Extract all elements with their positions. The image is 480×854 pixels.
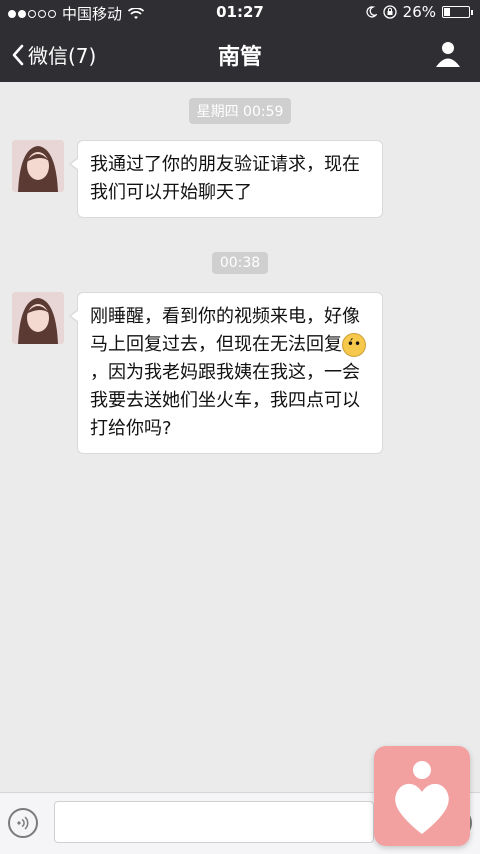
contact-photo-icon [12, 292, 64, 344]
timestamp-2: 00:38 [0, 252, 480, 274]
message-bubble[interactable]: 我通过了你的朋友验证请求，现在我们可以开始聊天了 [69, 140, 383, 218]
message-text: 我通过了你的朋友验证请求，现在我们可以开始聊天了 [90, 154, 360, 203]
avatar[interactable] [12, 292, 64, 344]
voice-icon[interactable] [8, 808, 38, 838]
sound-waves-icon [17, 816, 29, 830]
message-input[interactable] [54, 801, 374, 843]
chat-title: 南管 [217, 45, 262, 70]
message-bubble[interactable]: 刚睡醒，看到你的视频来电，好像马上回复过去，但现在无法回复 •́• ，因为我老妈跟我… [69, 292, 383, 454]
message-row-2: 刚睡醒，看到你的视频来电，好像马上回复过去，但现在无法回复 •́• ，因为我老妈跟我… [12, 292, 468, 454]
status-right: 26% [365, 3, 473, 21]
nav-bar: 微信(7) 南管 [0, 26, 480, 82]
timestamp-1: 星期四 00:59 [0, 98, 480, 124]
profile-icon[interactable] [434, 40, 462, 68]
status-bar: 中国移动 01:27 26% [0, 0, 480, 26]
message-text-part-1: 刚睡醒，看到你的视频来电，好像马上回复过去，但现在无法回复 [90, 306, 360, 355]
rotation-lock-icon [383, 5, 397, 19]
moon-icon [366, 6, 377, 18]
avatar[interactable] [12, 140, 64, 192]
heart-icon [395, 761, 449, 834]
chat-area[interactable]: 星期四 00:59 我通过了你的朋友验证请求，现在我们可以开始聊天了 00:38 [0, 82, 480, 792]
heart-app-icon[interactable] [374, 746, 470, 846]
message-text-part-2: ，因为我老妈跟我姨在我这，一会我要去送她们坐火车，我四点可以打给你吗? [90, 362, 360, 439]
contact-photo-icon [12, 140, 64, 192]
battery-percent: 26% [402, 3, 436, 21]
message-row-1: 我通过了你的朋友验证请求，现在我们可以开始聊天了 [12, 140, 468, 218]
battery-icon [442, 6, 473, 18]
flushed-face-emoji-icon: •́• [342, 333, 366, 357]
